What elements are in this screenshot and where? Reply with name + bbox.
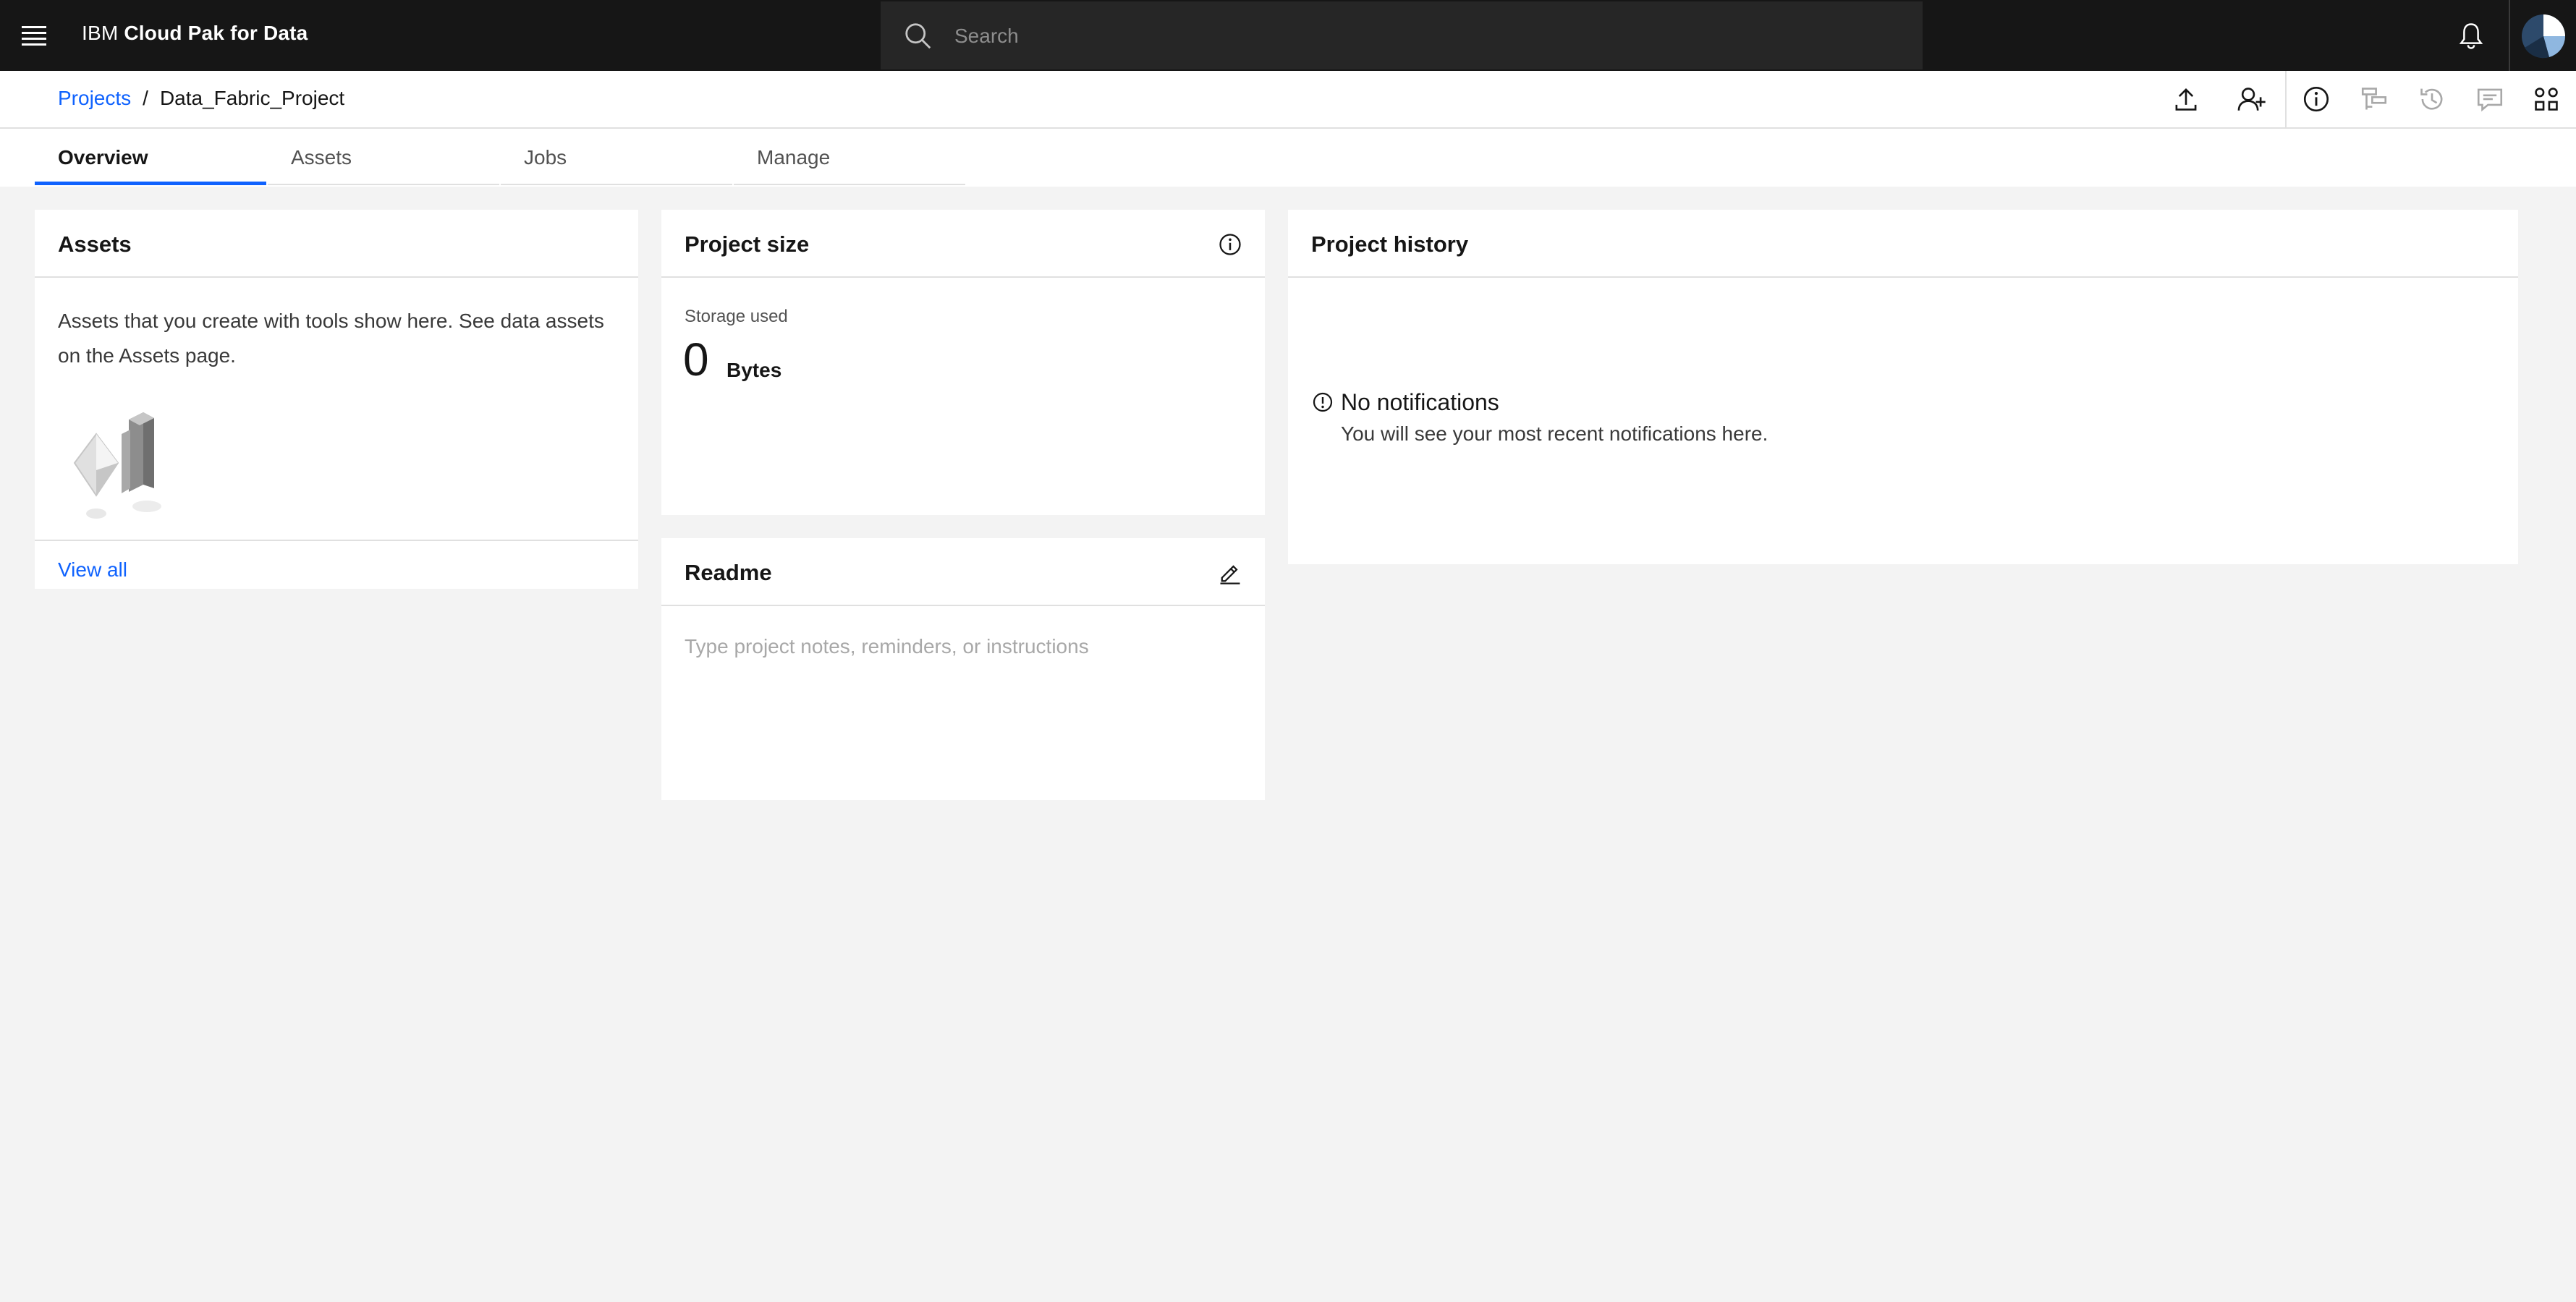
assets-card: Assets Assets that you create with tools… — [35, 210, 638, 589]
breadcrumb-separator: / — [143, 87, 148, 109]
brand-prefix: IBM — [82, 22, 119, 44]
breadcrumb: Projects / Data_Fabric_Project — [58, 87, 344, 110]
add-user-icon[interactable] — [2236, 84, 2266, 114]
readme-card: Readme Type project notes, reminders, or… — [661, 538, 1265, 800]
tabs: Overview Assets Jobs Manage — [0, 129, 2576, 187]
lineage-icon[interactable] — [2359, 84, 2389, 114]
tab-assets[interactable]: Assets — [268, 129, 499, 185]
breadcrumb-current: Data_Fabric_Project — [159, 87, 345, 109]
history-icon[interactable] — [2417, 84, 2447, 114]
assets-card-title: Assets — [35, 210, 638, 278]
hamburger-menu-icon[interactable] — [19, 22, 49, 51]
project-history-card: Project history No notifications You wil… — [1288, 210, 2518, 564]
storage-used-label: Storage used — [685, 307, 788, 326]
storage-used-value: 0 — [683, 333, 709, 386]
notification-icon[interactable] — [2455, 20, 2487, 52]
no-notifications-title: No notifications — [1341, 389, 1499, 415]
readme-card-header: Readme — [661, 538, 1265, 606]
readme-input[interactable]: Type project notes, reminders, or instru… — [685, 635, 1234, 658]
warning-icon — [1313, 392, 1333, 412]
project-history-card-title: Project history — [1288, 210, 2518, 278]
comment-icon[interactable] — [2475, 84, 2505, 114]
project-size-card: Project size Storage used 0 Bytes — [661, 210, 1265, 515]
upload-icon[interactable] — [2171, 84, 2201, 114]
info-icon[interactable] — [1217, 231, 1243, 258]
assets-description: Assets that you create with tools show h… — [58, 310, 604, 367]
breadcrumb-projects-link[interactable]: Projects — [58, 87, 131, 109]
storage-used-unit: Bytes — [726, 359, 782, 381]
apps-icon[interactable] — [2531, 84, 2562, 114]
tab-manage[interactable]: Manage — [734, 129, 965, 185]
search-bar — [881, 1, 1923, 69]
project-header: Projects / Data_Fabric_Project — [0, 71, 2576, 129]
project-size-card-title: Project size — [685, 231, 810, 257]
app-brand[interactable]: IBM Cloud Pak for Data — [82, 22, 308, 45]
edit-icon[interactable] — [1217, 560, 1243, 586]
no-notifications-message: You will see your most recent notificati… — [1341, 422, 1768, 445]
toolbar-divider — [2285, 71, 2287, 127]
brand-name: Cloud Pak for Data — [124, 22, 308, 44]
readme-card-title: Readme — [685, 560, 772, 585]
user-menu[interactable] — [2509, 0, 2576, 71]
info-icon[interactable] — [2301, 84, 2331, 114]
top-header: IBM Cloud Pak for Data — [0, 0, 2576, 71]
project-size-card-header: Project size — [661, 210, 1265, 278]
view-all-link[interactable]: View all — [58, 558, 127, 582]
tab-jobs[interactable]: Jobs — [501, 129, 732, 185]
assets-card-footer: View all — [35, 540, 638, 599]
search-icon — [905, 23, 931, 49]
avatar[interactable] — [2520, 13, 2567, 59]
tab-overview[interactable]: Overview — [35, 129, 266, 185]
search-input[interactable] — [953, 17, 1897, 55]
assets-illustration-icon — [73, 412, 161, 519]
